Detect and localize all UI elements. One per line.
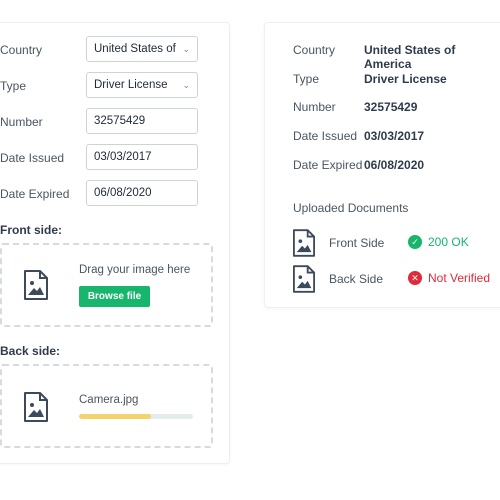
summary-label-date-issued: Date Issued [293,129,358,143]
summary-value-type: Driver License [364,72,447,86]
country-label: Country [0,43,43,57]
summary-value-date-expired: 06/08/2020 [364,158,425,172]
date-issued-label: Date Issued [0,151,65,165]
upload-progress-bar [79,414,193,419]
x-icon: ✕ [408,271,422,285]
front-side-doc-label: Front Side [329,236,385,250]
country-value: United States of [94,43,176,55]
image-file-icon [293,265,315,293]
type-value: Driver License [94,79,168,91]
back-side-label: Back side: [0,344,61,358]
back-side-status: ✕ Not Verified [408,271,490,285]
image-file-icon [24,392,48,422]
front-side-label: Front side: [0,223,62,237]
uploaded-documents-title: Uploaded Documents [293,201,409,215]
chevron-down-icon: ⌄ [182,79,190,90]
image-file-icon [293,229,315,257]
image-file-icon [24,270,48,300]
type-select[interactable]: Driver License ⌄ [86,72,198,98]
summary-value-date-issued: 03/03/2017 [364,129,425,143]
drag-instructions: Drag your image here [79,264,191,276]
uploaded-file-name: Camera.jpg [79,394,139,406]
summary-label-type: Type [293,72,320,86]
date-expired-value: 06/08/2020 [94,187,152,199]
summary-value-country: United States of America [364,43,456,71]
number-value: 32575429 [94,115,146,127]
number-input[interactable]: 32575429 [86,108,198,134]
date-expired-input[interactable]: 06/08/2020 [86,180,198,206]
summary-label-country: Country [293,43,336,57]
chevron-down-icon: ⌄ [182,43,190,54]
front-side-status-text: 200 OK [428,235,469,249]
front-side-status: ✓ 200 OK [408,235,469,249]
country-select[interactable]: United States of ⌄ [86,36,198,62]
date-expired-label: Date Expired [0,187,70,201]
summary-label-number: Number [293,100,336,114]
check-icon: ✓ [408,235,422,249]
summary-value-number: 32575429 [364,100,418,114]
number-label: Number [0,115,43,129]
upload-progress-fill [79,414,151,419]
type-label: Type [0,79,27,93]
back-side-status-text: Not Verified [428,271,491,285]
date-issued-input[interactable]: 03/03/2017 [86,144,198,170]
summary-label-date-expired: Date Expired [293,158,363,172]
date-issued-value: 03/03/2017 [94,151,152,163]
browse-file-button[interactable]: Browse file [79,286,150,307]
back-side-doc-label: Back Side [329,272,384,286]
